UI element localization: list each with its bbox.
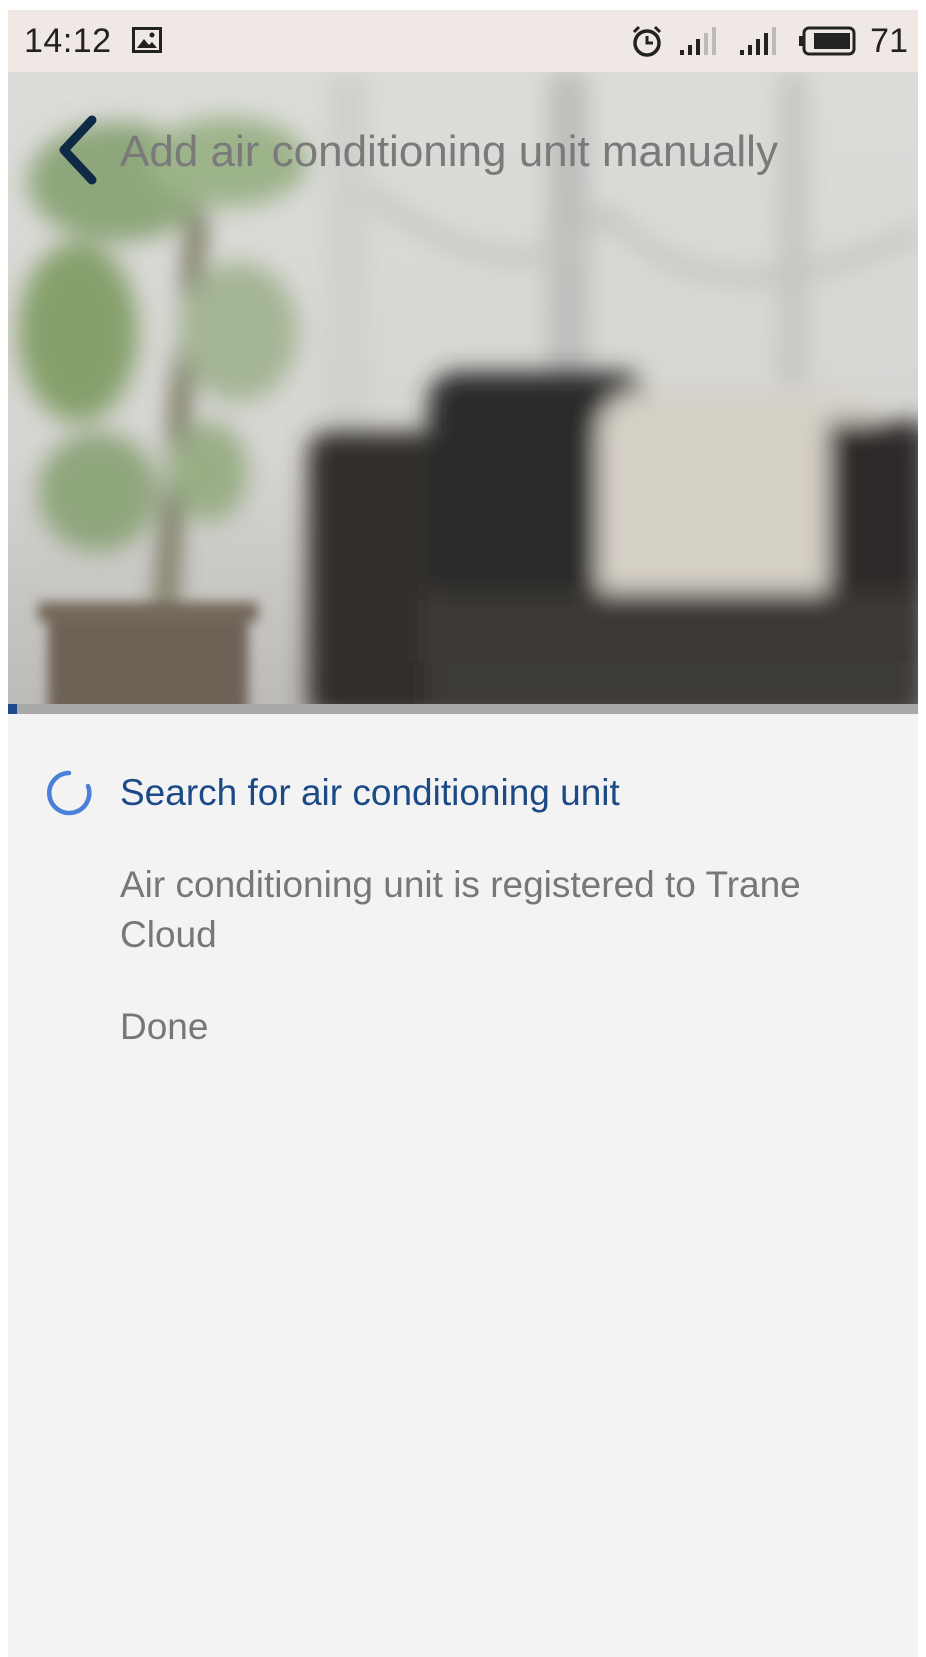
progress-bar (8, 704, 918, 714)
status-bar: 14:12 71 (8, 10, 918, 72)
battery-icon (799, 26, 856, 56)
alarm-icon (633, 25, 662, 57)
step-register: Air conditioning unit is registered to T… (120, 864, 801, 955)
spinner-icon (47, 770, 92, 816)
step-search: Search for air conditioning unit (120, 772, 620, 813)
signal-icon (740, 27, 777, 55)
signal-icon (680, 27, 717, 55)
hero-image: Add air conditioning unit manually (8, 72, 918, 712)
app-screen: 14:12 71 Add air conditioning unit manua… (8, 10, 918, 1657)
status-right: 71 (630, 22, 908, 60)
page-title: Add air conditioning unit manually (120, 127, 778, 176)
step-done: Done (120, 1006, 209, 1047)
back-button[interactable] (48, 110, 108, 190)
gallery-icon (132, 27, 162, 53)
battery-level: 71 (870, 21, 908, 60)
status-time: 14:12 (24, 22, 112, 60)
progress-fill (8, 704, 18, 714)
